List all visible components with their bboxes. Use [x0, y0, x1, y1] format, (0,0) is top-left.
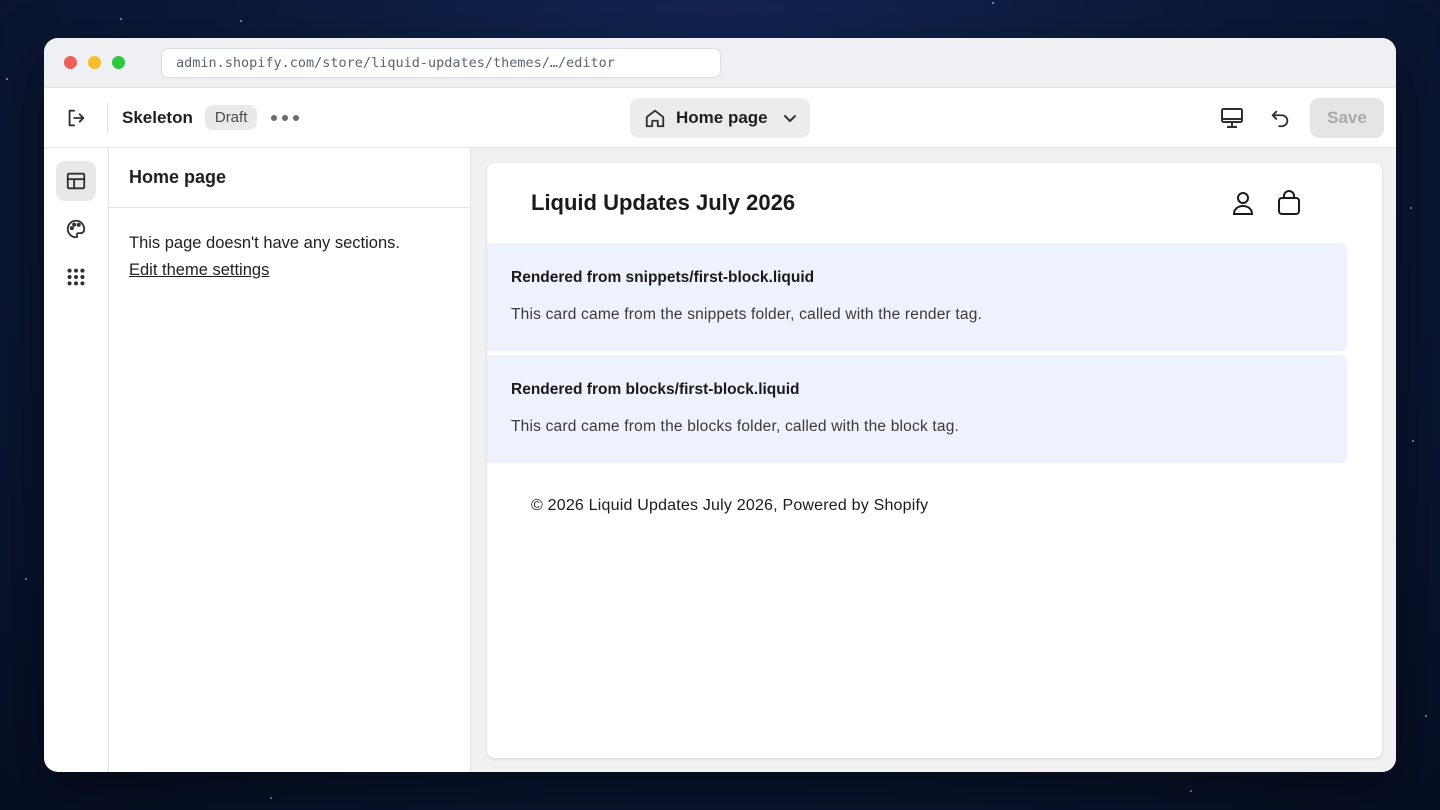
- more-dot-icon: [293, 114, 300, 121]
- editor-toolbar: Skeleton Draft Home page Save: [44, 88, 1396, 148]
- cart-button[interactable]: [1276, 189, 1302, 217]
- store-header: Liquid Updates July 2026: [487, 163, 1382, 243]
- more-actions-button[interactable]: [271, 106, 300, 130]
- minimize-window-button[interactable]: [88, 56, 101, 69]
- rail-apps-button[interactable]: [56, 257, 96, 297]
- star: [270, 797, 272, 799]
- more-dot-icon: [282, 114, 289, 121]
- desktop-view-button[interactable]: [1214, 100, 1250, 136]
- sidebar-panel: Home page This page doesn't have any sec…: [109, 148, 471, 772]
- star: [1190, 790, 1192, 792]
- star: [120, 18, 122, 20]
- theme-name: Skeleton: [122, 107, 193, 127]
- palette-icon: [66, 219, 86, 239]
- browser-titlebar: admin.shopify.com/store/liquid-updates/t…: [44, 38, 1396, 88]
- close-window-button[interactable]: [64, 56, 77, 69]
- star: [1412, 440, 1414, 442]
- star: [1410, 207, 1412, 209]
- account-button[interactable]: [1230, 189, 1256, 217]
- star: [992, 2, 994, 4]
- store-title[interactable]: Liquid Updates July 2026: [531, 190, 795, 216]
- page-selector[interactable]: Home page: [630, 98, 810, 138]
- undo-button[interactable]: [1262, 100, 1298, 136]
- desktop-icon: [1221, 108, 1243, 128]
- save-button[interactable]: Save: [1310, 98, 1384, 138]
- toolbar-right: Save: [1214, 98, 1384, 138]
- star: [240, 20, 242, 22]
- edit-theme-settings-link[interactable]: Edit theme settings: [129, 257, 269, 284]
- apps-grid-icon: [67, 268, 85, 286]
- sidebar-rail: [44, 148, 109, 772]
- store-preview: Liquid Updates July 2026 Rendered from s…: [487, 163, 1382, 758]
- bag-icon: [1278, 190, 1300, 215]
- star: [6, 78, 8, 80]
- url-bar[interactable]: admin.shopify.com/store/liquid-updates/t…: [161, 47, 721, 78]
- more-dot-icon: [271, 114, 278, 121]
- card-body: This card came from the blocks folder, c…: [511, 418, 960, 435]
- browser-window: admin.shopify.com/store/liquid-updates/t…: [44, 38, 1396, 772]
- store-header-icons: [1230, 189, 1302, 217]
- chevron-down-icon: [783, 115, 796, 122]
- sidebar-content: This page doesn't have any sections. Edi…: [109, 208, 470, 306]
- undo-icon: [1271, 110, 1289, 128]
- star: [1425, 715, 1427, 717]
- preview-area: Liquid Updates July 2026 Rendered from s…: [471, 148, 1396, 772]
- editor-body: Home page This page doesn't have any sec…: [44, 148, 1396, 772]
- home-icon: [645, 109, 665, 128]
- star: [25, 578, 27, 580]
- page-selector-label: Home page: [676, 108, 768, 127]
- card-body: This card came from the snippets folder,…: [511, 306, 983, 323]
- block-card: Rendered from blocks/first-block.liquid …: [487, 355, 1347, 463]
- sidebar-title: Home page: [109, 148, 470, 208]
- account-icon: [1232, 192, 1254, 215]
- empty-sections-message: This page doesn't have any sections.: [129, 234, 400, 252]
- rail-sections-button[interactable]: [56, 161, 96, 201]
- snippet-card: Rendered from snippets/first-block.liqui…: [487, 243, 1347, 351]
- store-footer: © 2026 Liquid Updates July 2026, Powered…: [531, 497, 929, 514]
- card-title: Rendered from blocks/first-block.liquid: [511, 381, 800, 398]
- rail-theme-settings-button[interactable]: [56, 209, 96, 249]
- maximize-window-button[interactable]: [112, 56, 125, 69]
- exit-button[interactable]: [44, 102, 108, 133]
- sections-icon: [66, 172, 86, 190]
- exit-icon: [68, 109, 84, 126]
- status-badge: Draft: [204, 105, 258, 130]
- card-title: Rendered from snippets/first-block.liqui…: [511, 269, 815, 286]
